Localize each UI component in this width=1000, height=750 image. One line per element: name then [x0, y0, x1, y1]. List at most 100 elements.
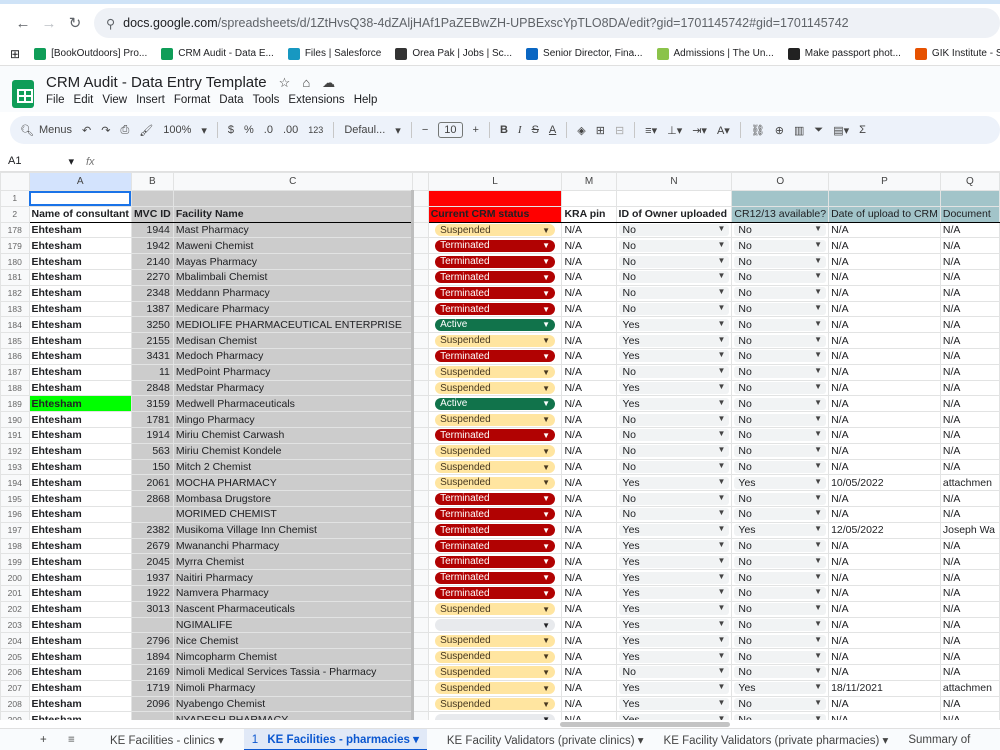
facility-name-cell[interactable]: Maweni Chemist [172, 237, 413, 255]
crm-status-cell[interactable]: ▼ [427, 616, 563, 634]
facility-name-cell[interactable]: Nice Chemist [172, 632, 413, 650]
column-header-l[interactable]: L [427, 172, 563, 191]
upload-date-cell[interactable]: N/A [828, 537, 941, 555]
cr12-cell[interactable]: No ▼ [731, 553, 830, 571]
consultant-cell[interactable]: Ehtesham [28, 663, 132, 681]
mvc-id-cell[interactable] [130, 505, 174, 523]
mvc-id-cell[interactable]: 1922 [130, 584, 174, 602]
kra-pin-cell[interactable]: N/A [561, 584, 617, 602]
row-header[interactable]: 209 [0, 711, 30, 720]
cr12-dropdown[interactable]: No ▼ [734, 587, 827, 600]
status-chip[interactable]: Terminated ▼ [435, 303, 556, 316]
cr12-cell[interactable]: No ▼ [731, 426, 830, 444]
owner-id-dropdown[interactable]: Yes ▼ [618, 350, 730, 363]
status-chip[interactable]: Suspended ▼ [435, 334, 556, 347]
upload-date-cell[interactable]: N/A [828, 284, 941, 302]
row-header[interactable]: 190 [0, 411, 30, 428]
kra-pin-cell[interactable]: N/A [561, 663, 617, 681]
crm-status-cell[interactable]: Terminated ▼ [427, 347, 563, 365]
status-chip[interactable]: Suspended ▼ [435, 682, 556, 695]
consultant-cell[interactable]: Ehtesham [28, 268, 132, 286]
cr12-dropdown[interactable]: No ▼ [734, 555, 827, 568]
status-chip[interactable]: ▼ [435, 619, 556, 632]
cr12-cell[interactable]: No ▼ [731, 632, 830, 650]
sheet-tab[interactable]: KE Facility Validators (private pharmaci… [664, 733, 889, 747]
upload-date-cell[interactable]: N/A [828, 411, 941, 428]
row-header[interactable]: 207 [0, 679, 30, 697]
owner-id-dropdown[interactable]: No ▼ [618, 271, 730, 284]
header-cell-a[interactable]: Name of consultant [28, 205, 132, 223]
status-chip[interactable]: Terminated ▼ [435, 287, 556, 300]
mvc-id-cell[interactable]: 1944 [130, 221, 174, 239]
cr12-dropdown[interactable]: No ▼ [734, 713, 827, 720]
cr12-cell[interactable]: Yes ▼ [731, 679, 830, 697]
document-cell[interactable]: N/A [939, 268, 1000, 286]
forward-icon[interactable]: → [36, 10, 62, 36]
mvc-id-cell[interactable]: 3250 [130, 316, 174, 334]
name-box[interactable]: A1 ▾ [0, 155, 80, 168]
kra-pin-cell[interactable]: N/A [561, 458, 617, 476]
document-cell[interactable]: N/A [939, 537, 1000, 555]
status-chip[interactable]: Terminated ▼ [435, 271, 556, 284]
owner-id-dropdown[interactable]: Yes ▼ [618, 634, 730, 647]
status-chip[interactable]: Suspended ▼ [435, 413, 556, 426]
crm-status-cell[interactable]: Terminated ▼ [427, 553, 563, 571]
cell[interactable] [561, 190, 617, 207]
mvc-id-cell[interactable]: 2155 [130, 332, 174, 349]
column-header-o[interactable]: O [731, 172, 830, 191]
owner-id-dropdown[interactable]: Yes ▼ [618, 524, 730, 537]
owner-id-cell[interactable]: Yes ▼ [615, 569, 733, 586]
cr12-cell[interactable]: No ▼ [731, 711, 830, 720]
consultant-cell[interactable]: Ehtesham [28, 648, 132, 665]
link-icon[interactable]: ⛓ [751, 124, 765, 137]
row-header[interactable]: 181 [0, 268, 30, 286]
doc-title[interactable]: CRM Audit - Data Entry Template [46, 74, 267, 91]
row-header[interactable]: 180 [0, 253, 30, 270]
mvc-id-cell[interactable]: 2868 [130, 490, 174, 507]
cr12-cell[interactable]: No ▼ [731, 490, 830, 507]
cr12-dropdown[interactable]: No ▼ [734, 539, 827, 552]
mvc-id-cell[interactable]: 2045 [130, 553, 174, 571]
strikethrough-icon[interactable]: S [532, 124, 539, 136]
row-header[interactable]: 187 [0, 363, 30, 381]
text-wrap-icon[interactable]: ⇥▾ [692, 124, 707, 137]
crm-status-cell[interactable]: Active ▼ [427, 316, 563, 334]
upload-date-cell[interactable]: N/A [828, 426, 941, 444]
mvc-id-cell[interactable] [130, 711, 174, 720]
row-header[interactable]: 199 [0, 553, 30, 571]
crm-status-cell[interactable]: Suspended ▼ [427, 679, 563, 697]
cr12-cell[interactable]: No ▼ [731, 411, 830, 428]
row-header[interactable]: 195 [0, 490, 30, 507]
upload-date-cell[interactable]: N/A [828, 237, 941, 255]
cr12-dropdown[interactable]: No ▼ [734, 508, 827, 521]
facility-name-cell[interactable]: Miriu Chemist Carwash [172, 426, 413, 444]
decrease-decimal-button[interactable]: .0 [264, 124, 273, 136]
document-cell[interactable]: attachmen [939, 679, 1000, 697]
kra-pin-cell[interactable]: N/A [561, 237, 617, 255]
facility-name-cell[interactable]: Nascent Pharmaceuticals [172, 600, 413, 618]
consultant-cell[interactable]: Ehtesham [28, 584, 132, 602]
owner-id-cell[interactable]: No ▼ [615, 458, 733, 476]
owner-id-dropdown[interactable]: Yes ▼ [618, 381, 730, 394]
upload-date-cell[interactable]: N/A [828, 458, 941, 476]
document-cell[interactable]: N/A [939, 347, 1000, 365]
owner-id-cell[interactable]: Yes ▼ [615, 584, 733, 602]
document-cell[interactable]: N/A [939, 632, 1000, 650]
mvc-id-cell[interactable]: 11 [130, 363, 174, 381]
status-chip[interactable]: Terminated ▼ [435, 587, 556, 600]
owner-id-dropdown[interactable]: Yes ▼ [618, 555, 730, 568]
menu-item-view[interactable]: View [102, 94, 127, 106]
document-cell[interactable]: N/A [939, 300, 1000, 318]
menu-item-edit[interactable]: Edit [74, 94, 94, 106]
owner-id-cell[interactable]: Yes ▼ [615, 347, 733, 365]
facility-name-cell[interactable]: Nimoli Medical Services Tassia - Pharmac… [172, 663, 413, 681]
owner-id-cell[interactable]: Yes ▼ [615, 711, 733, 720]
column-header-b[interactable]: B [130, 172, 174, 191]
cr12-cell[interactable]: No ▼ [731, 442, 830, 460]
mvc-id-cell[interactable]: 563 [130, 442, 174, 460]
font-size-input[interactable]: 10 [438, 122, 463, 138]
fill-color-icon[interactable]: ◈ [577, 124, 585, 137]
mvc-id-cell[interactable]: 2169 [130, 663, 174, 681]
consultant-cell[interactable]: Ehtesham [28, 616, 132, 634]
status-chip[interactable]: Suspended ▼ [435, 445, 556, 458]
